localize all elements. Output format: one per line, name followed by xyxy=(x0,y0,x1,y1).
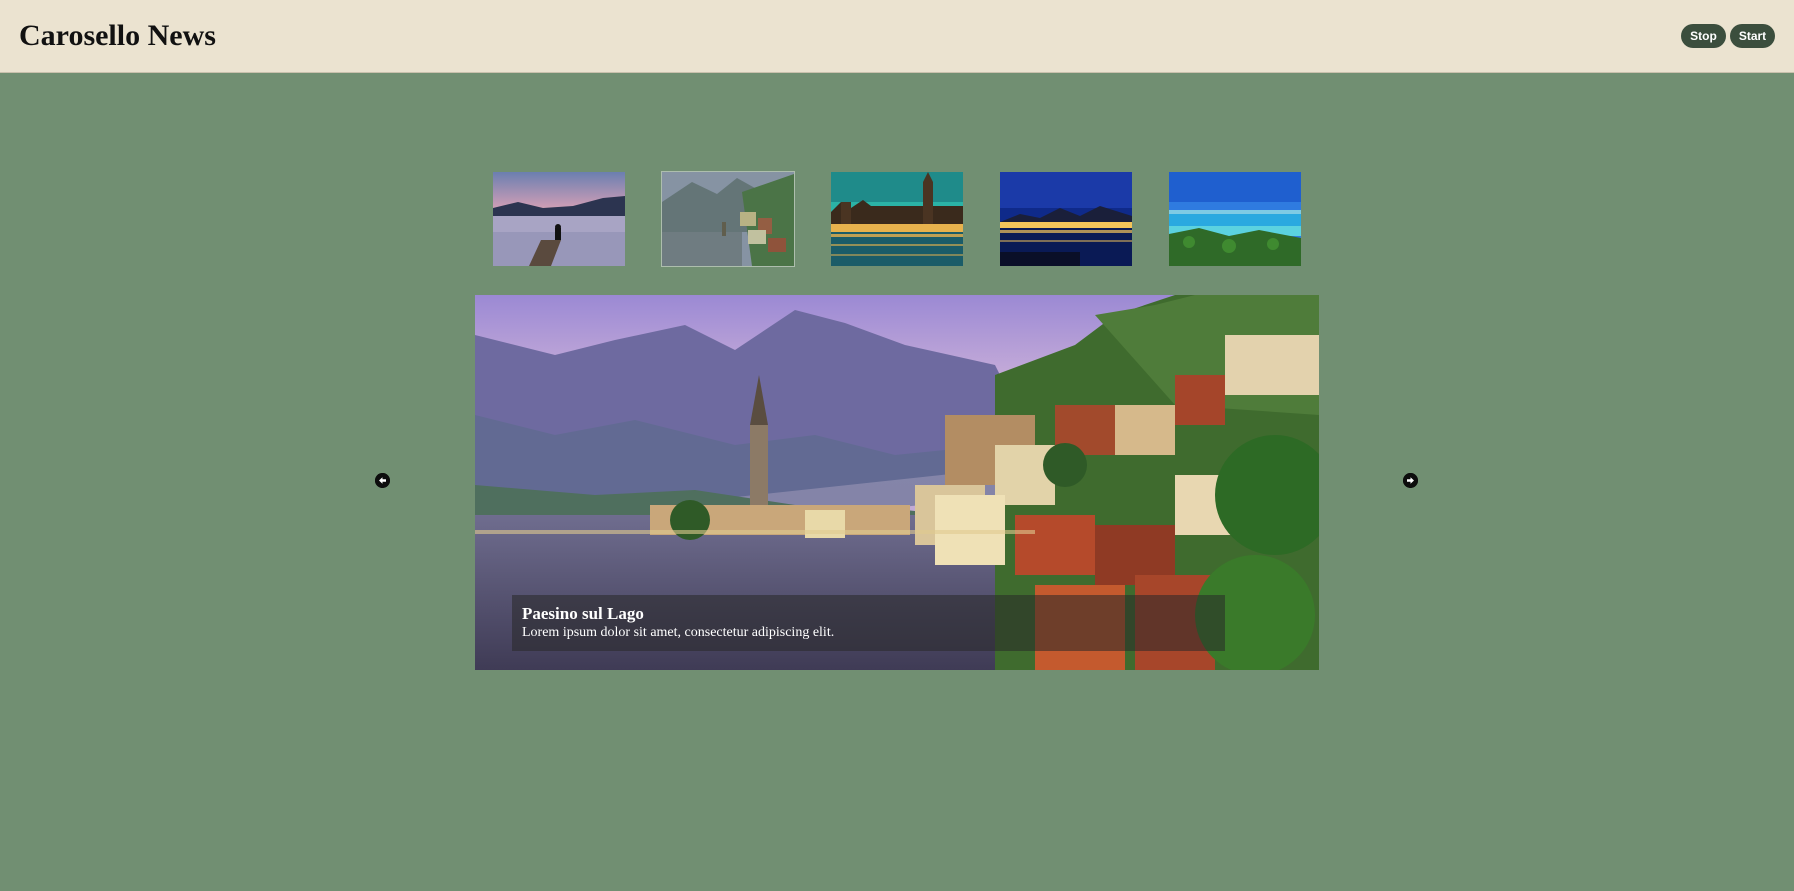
thumbnail-image xyxy=(493,172,625,266)
header-bar: Carosello News Stop Start xyxy=(0,0,1794,73)
thumbnail-sea-coast[interactable] xyxy=(1169,172,1301,266)
arrow-left-circle-icon xyxy=(375,473,390,488)
thumbnail-city-night[interactable] xyxy=(1000,172,1132,266)
caption-title: Paesino sul Lago xyxy=(522,604,644,623)
thumbnail-lakeside-village[interactable] xyxy=(661,171,795,267)
thumbnail-lake-dock[interactable] xyxy=(493,172,625,266)
stop-button[interactable]: Stop xyxy=(1681,24,1726,48)
caption-text: Lorem ipsum dolor sit amet, consectetur … xyxy=(522,625,835,640)
prev-slide-button[interactable] xyxy=(375,473,390,488)
thumbnail-image xyxy=(831,172,963,266)
site-title: Carosello News xyxy=(19,19,216,52)
carousel-main-slide[interactable]: Paesino sul Lago Lorem ipsum dolor sit a… xyxy=(475,295,1319,670)
thumbnail-image xyxy=(1000,172,1132,266)
next-slide-button[interactable] xyxy=(1403,473,1418,488)
slide-caption: Paesino sul Lago Lorem ipsum dolor sit a… xyxy=(512,595,1225,651)
arrow-right-circle-icon xyxy=(1403,473,1418,488)
start-button[interactable]: Start xyxy=(1730,24,1775,48)
thumbnail-london-parliament[interactable] xyxy=(831,172,963,266)
thumbnail-image xyxy=(1169,172,1301,266)
thumbnail-image xyxy=(662,172,794,266)
